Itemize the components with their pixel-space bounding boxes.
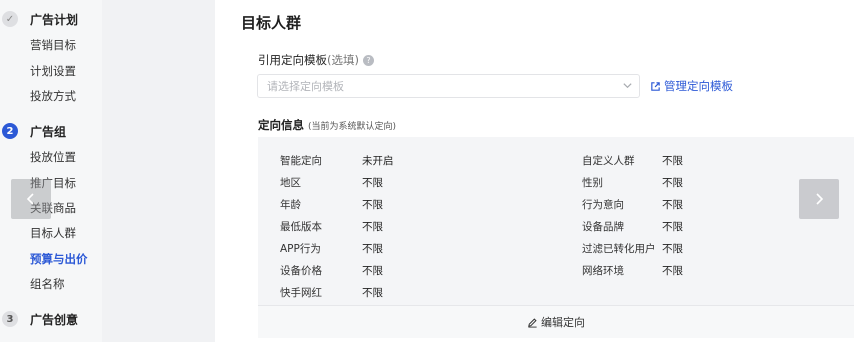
sidebar-item-placement[interactable]: 投放位置 [30,145,76,169]
content-gutter [102,0,215,342]
targeting-key: 网络环境 [582,265,624,277]
page-title: 目标人群 [241,14,302,32]
targeting-value: 不限 [362,177,383,189]
sidebar-nav: ✓ 广告计划 营销目标 计划设置 投放方式 2 广告组 投放位置 推广目标 关联… [0,0,102,342]
targeting-label-text: 定向信息 [258,118,304,132]
edit-icon [528,317,537,328]
sidebar-item-delivery-method[interactable]: 投放方式 [30,84,76,108]
chevron-right-icon [816,193,824,205]
targeting-key: 行为意向 [582,199,624,211]
targeting-key: 快手网红 [280,287,322,299]
prev-arrow-button[interactable] [11,179,51,219]
targeting-panel: 智能定向 未开启 地区 不限 年龄 不限 最低版本 不限 APP行为 不限 设备… [258,137,854,305]
template-label: 引用定向模板 (选填) ? [258,52,374,68]
sidebar-item-budget-bid[interactable]: 预算与出价 [30,247,88,271]
edit-targeting-label: 编辑定向 [541,316,585,329]
step-number-badge: 2 [2,123,18,139]
targeting-hint: (当前为系统默认定向) [308,122,397,132]
targeting-key: APP行为 [280,243,321,255]
external-link-icon [651,81,660,91]
targeting-key: 智能定向 [280,155,322,167]
targeting-value: 不限 [362,243,383,255]
sidebar-item-marketing-goal[interactable]: 营销目标 [30,33,76,57]
sidebar-item-group-name[interactable]: 组名称 [30,272,65,296]
targeting-value: 不限 [662,177,683,189]
step-ad-group[interactable]: 2 广告组 [2,119,66,143]
targeting-key: 自定义人群 [582,155,635,167]
sidebar-item-plan-settings[interactable]: 计划设置 [30,59,76,83]
edit-targeting-button[interactable]: 编辑定向 [527,314,585,330]
sidebar-item-target-audience[interactable]: 目标人群 [30,221,76,245]
step-title: 广告组 [30,124,67,139]
targeting-key: 性别 [582,177,603,189]
template-label-text: 引用定向模板 [258,53,327,67]
manage-template-link[interactable]: 管理定向模板 [650,78,733,94]
step-title: 广告计划 [30,12,79,27]
targeting-key: 过滤已转化用户 [582,243,656,255]
step-title: 广告创意 [30,312,79,327]
targeting-key: 年龄 [280,199,301,211]
targeting-key: 最低版本 [280,221,322,233]
targeting-value: 不限 [362,199,383,211]
step-ad-creative[interactable]: 3 广告创意 [2,307,78,331]
targeting-label: 定向信息 (当前为系统默认定向) [258,117,396,133]
next-arrow-button[interactable] [799,179,839,219]
template-select-placeholder: 请选择定向模板 [267,80,344,93]
step-number-badge: 3 [2,311,18,327]
main-panel: 目标人群 引用定向模板 (选填) ? 请选择定向模板 管理定向模板 定向信息 (当… [215,0,854,342]
targeting-value: 不限 [662,243,683,255]
help-icon[interactable]: ? [362,54,374,66]
step-ad-plan[interactable]: ✓ 广告计划 [2,7,78,31]
targeting-key: 地区 [280,177,301,189]
template-select[interactable]: 请选择定向模板 [257,74,640,98]
manage-template-label: 管理定向模板 [664,79,733,93]
chevron-left-icon [26,193,34,205]
targeting-value: 未开启 [362,155,394,167]
targeting-value: 不限 [662,155,683,167]
targeting-value: 不限 [662,221,683,233]
optional-hint: (选填) [327,53,359,67]
edit-targeting-bar: 编辑定向 [258,305,854,338]
targeting-value: 不限 [362,265,383,277]
targeting-value: 不限 [362,221,383,233]
targeting-key: 设备品牌 [582,221,624,233]
targeting-value: 不限 [662,265,683,277]
targeting-key: 设备价格 [280,265,322,277]
targeting-value: 不限 [362,287,383,299]
chevron-down-icon [623,83,632,89]
check-icon: ✓ [2,11,18,27]
targeting-value: 不限 [662,199,683,211]
